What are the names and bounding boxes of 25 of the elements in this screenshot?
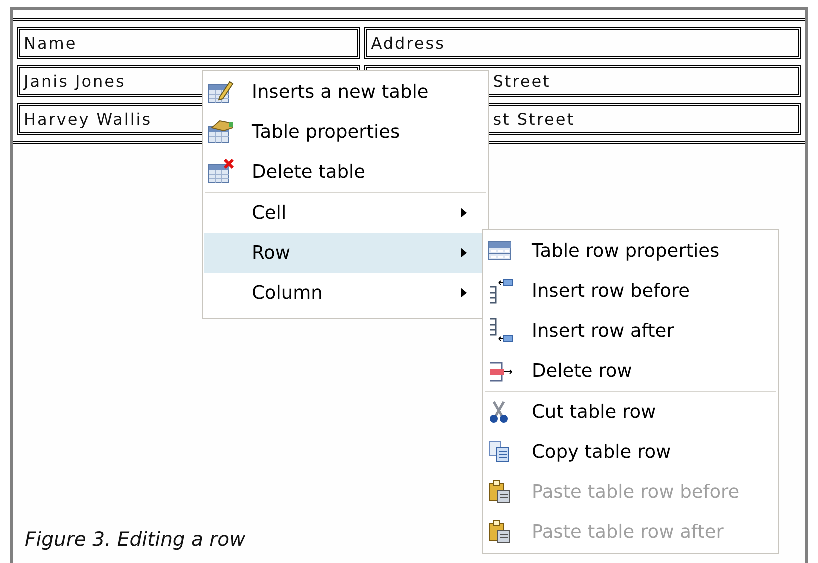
- submenu-arrow-icon: [461, 208, 467, 218]
- menu-item[interactable]: Insert row after: [484, 311, 777, 351]
- menu-item[interactable]: Column: [204, 273, 487, 313]
- menu-item[interactable]: Insert row before: [484, 271, 777, 311]
- figure-caption: Figure 3. Editing a row: [25, 528, 246, 551]
- menu-item[interactable]: Delete table: [204, 152, 487, 192]
- column-header: Name: [17, 27, 360, 59]
- table-icon: [208, 119, 234, 145]
- menu-item[interactable]: Delete row: [484, 351, 777, 391]
- clipboard-icon: [488, 520, 512, 544]
- copy-icon: [488, 440, 512, 464]
- scissors-icon: [488, 400, 510, 424]
- submenu-arrow-icon: [461, 248, 467, 258]
- menu-item[interactable]: Table row properties: [484, 231, 777, 271]
- menu-item[interactable]: Cell: [204, 193, 487, 233]
- column-header: Address: [364, 27, 801, 59]
- menu-item[interactable]: Cut table row: [484, 392, 777, 432]
- insert-row-icon: [488, 278, 514, 304]
- menu-item[interactable]: Copy table row: [484, 432, 777, 472]
- table-pencil-icon: [208, 79, 234, 105]
- table-delete-icon: [208, 159, 234, 185]
- table-row-icon: [488, 240, 512, 262]
- insert-row-icon: [488, 318, 514, 344]
- clipboard-icon: [488, 480, 512, 504]
- submenu-arrow-icon: [461, 288, 467, 298]
